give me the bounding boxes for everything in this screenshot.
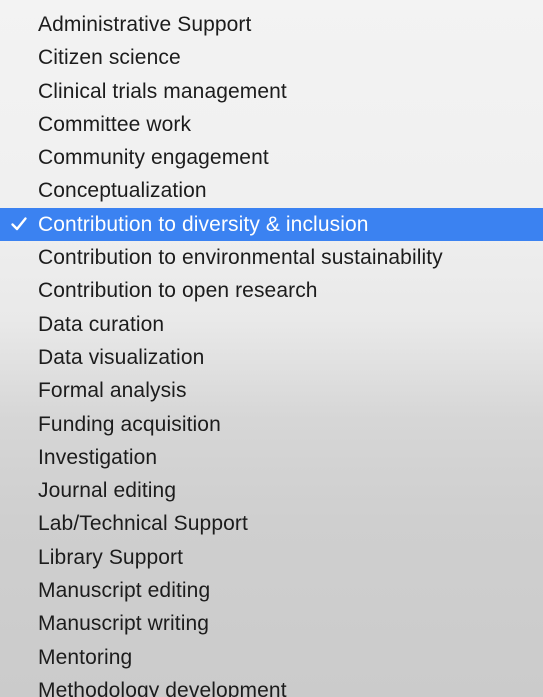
menu-item-label: Methodology development — [38, 678, 287, 697]
menu-item[interactable]: Library Support — [0, 541, 543, 574]
menu-item[interactable]: Data visualization — [0, 341, 543, 374]
menu-item-label: Manuscript writing — [38, 612, 210, 636]
menu-list: Administrative Support Citizen science Cli… — [0, 8, 543, 697]
menu-item[interactable]: Administrative Support — [0, 8, 543, 41]
menu-item[interactable]: Contribution to diversity & inclusion — [0, 207, 543, 242]
menu-item-label: Conceptualization — [38, 179, 207, 203]
menu-item[interactable]: Conceptualization — [0, 174, 543, 207]
menu-item[interactable]: Mentoring — [0, 641, 543, 674]
menu-item[interactable]: Manuscript editing — [0, 574, 543, 607]
menu-item-label: Manuscript editing — [38, 579, 211, 603]
menu-item-label: Administrative Support — [38, 13, 252, 36]
menu-item-label: Contribution to open research — [38, 279, 318, 303]
menu-item-label: Data visualization — [38, 345, 205, 369]
menu-item[interactable]: Journal editing — [0, 474, 543, 507]
menu-item-label: Contribution to diversity & inclusion — [38, 212, 369, 236]
dropdown-menu: Administrative Support Citizen science Cli… — [0, 0, 543, 697]
menu-item-label: Mentoring — [38, 645, 133, 669]
menu-item[interactable]: Clinical trials management — [0, 75, 543, 108]
menu-item-label: Journal editing — [38, 479, 177, 503]
menu-item[interactable]: Contribution to open research — [0, 274, 543, 307]
menu-item[interactable]: Manuscript writing — [0, 607, 543, 640]
checkmark-icon — [6, 208, 32, 241]
menu-item-label: Community engagement — [38, 146, 269, 170]
menu-item[interactable]: Investigation — [0, 441, 543, 474]
menu-item[interactable]: Data curation — [0, 308, 543, 341]
menu-item[interactable]: Committee work — [0, 108, 543, 141]
menu-item-label: Clinical trials management — [38, 79, 287, 103]
menu-item-label: Formal analysis — [38, 379, 187, 403]
menu-item-label: Committee work — [38, 112, 192, 136]
menu-item-label: Data curation — [38, 312, 165, 336]
menu-item[interactable]: Methodology development — [0, 674, 543, 697]
menu-item[interactable]: Funding acquisition — [0, 408, 543, 441]
menu-item[interactable]: Lab/Technical Support — [0, 507, 543, 540]
menu-item-label: Lab/Technical Support — [38, 512, 248, 536]
menu-item-label: Investigation — [38, 445, 158, 469]
menu-item[interactable]: Contribution to environmental sustainabi… — [0, 241, 543, 274]
menu-item-label: Citizen science — [38, 46, 181, 70]
menu-item[interactable]: Formal analysis — [0, 374, 543, 407]
menu-item-label: Library Support — [38, 545, 184, 569]
menu-item[interactable]: Community engagement — [0, 141, 543, 174]
menu-item-label: Contribution to environmental sustainabi… — [38, 246, 443, 270]
menu-item[interactable]: Citizen science — [0, 41, 543, 74]
menu-item-label: Funding acquisition — [38, 412, 221, 436]
